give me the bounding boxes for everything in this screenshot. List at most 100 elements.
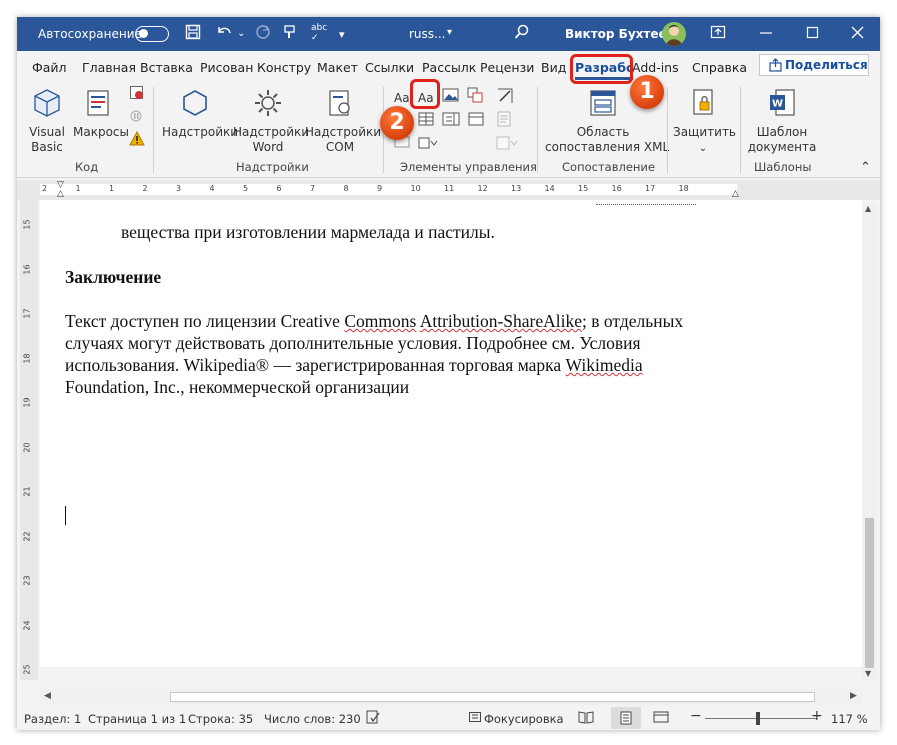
vruler-number: 23 xyxy=(22,575,32,586)
vertical-ruler[interactable]: 15 16 17 18 19 20 21 22 23 24 25 xyxy=(20,200,38,680)
separator xyxy=(740,87,741,173)
visual-basic-line2: Basic xyxy=(31,140,63,154)
share-icon xyxy=(769,58,782,75)
zoom-slider-thumb[interactable] xyxy=(756,712,760,725)
ruler-number: 4 xyxy=(209,184,215,193)
minimize-icon[interactable] xyxy=(759,26,773,44)
format-painter-icon[interactable] xyxy=(283,24,299,44)
separator xyxy=(667,87,668,173)
tab-add-ins[interactable]: Add-ins xyxy=(632,60,679,75)
horizontal-ruler[interactable]: 2 1 1 2 3 4 5 6 7 8 9 10 11 12 13 14 15 16 17 18 ▽ △ △ xyxy=(17,180,880,200)
print-layout-button[interactable] xyxy=(611,707,641,729)
tab-review[interactable]: Рецензи xyxy=(480,60,534,75)
dropdown-list-icon[interactable] xyxy=(442,111,460,130)
zoom-slider[interactable] xyxy=(705,718,817,719)
maximize-icon[interactable] xyxy=(806,26,820,44)
tab-draw[interactable]: Рисован xyxy=(200,60,253,75)
close-icon[interactable] xyxy=(851,26,865,44)
web-layout-icon[interactable] xyxy=(653,710,669,727)
zoom-out-icon[interactable]: − xyxy=(690,708,702,724)
vertical-scrollbar[interactable]: ▲ ▼ xyxy=(862,203,877,681)
share-button[interactable]: Поделиться xyxy=(759,54,869,76)
doc-spelling-error: Commons xyxy=(344,311,417,331)
xml-mapping-icon xyxy=(590,90,616,116)
properties-icon[interactable] xyxy=(496,111,512,130)
ruler-number: 14 xyxy=(544,184,555,193)
date-picker-icon[interactable] xyxy=(468,111,484,130)
design-mode-icon[interactable] xyxy=(496,87,514,108)
word-template-icon: W xyxy=(770,89,795,116)
undo-icon[interactable] xyxy=(215,24,233,44)
doc-paragraph-line4: Foundation, Inc., некоммерческой организ… xyxy=(65,377,410,397)
status-section[interactable]: Раздел: 1 xyxy=(24,712,81,726)
redo-icon[interactable] xyxy=(255,24,271,44)
tab-insert[interactable]: Вставка xyxy=(140,60,193,75)
autosave-toggle[interactable] xyxy=(135,26,169,42)
text-cursor xyxy=(65,506,66,525)
doc-text: ; в отдельных xyxy=(582,311,684,331)
doc-text: использования. Wikipedia® — зарегистриро… xyxy=(65,355,566,375)
save-icon[interactable] xyxy=(185,24,201,44)
pause-recording-icon[interactable] xyxy=(129,108,145,127)
tab-help[interactable]: Справка xyxy=(692,60,747,75)
legacy-forms-icon[interactable] xyxy=(418,135,440,154)
combo-box-icon[interactable] xyxy=(418,111,434,130)
zoom-in-icon[interactable]: + xyxy=(811,708,823,724)
zoom-level[interactable]: 117 % xyxy=(831,712,868,726)
vruler-number: 19 xyxy=(22,397,32,408)
undo-dropdown-icon[interactable]: ⌄ xyxy=(237,28,245,39)
protect-button[interactable]: Защитить ⌄ xyxy=(673,87,736,156)
record-macro-icon[interactable] xyxy=(129,85,145,104)
left-indent-marker[interactable]: △ xyxy=(57,189,64,199)
horizontal-scroll-thumb[interactable] xyxy=(170,692,815,702)
status-word-count[interactable]: Число слов: 230 xyxy=(264,712,361,726)
highlight-plain-text-control xyxy=(410,79,440,109)
addins-label: Надстройки xyxy=(162,125,239,139)
document-template-button[interactable]: W Шаблон документа xyxy=(747,87,817,155)
svg-text:W: W xyxy=(772,99,783,110)
file-name[interactable]: russ... xyxy=(409,27,446,41)
read-mode-icon[interactable] xyxy=(578,710,594,727)
proofing-icon[interactable] xyxy=(366,710,380,727)
building-block-icon[interactable] xyxy=(467,87,483,106)
tab-view[interactable]: Вид xyxy=(541,60,566,75)
horizontal-scrollbar[interactable]: ◀ ▶ xyxy=(40,689,862,705)
search-icon[interactable] xyxy=(514,24,530,44)
vertical-scroll-thumb[interactable] xyxy=(865,518,874,668)
user-name[interactable]: Виктор Бухтеев xyxy=(565,27,674,41)
tab-design[interactable]: Констру xyxy=(257,60,311,75)
collapse-ribbon-icon[interactable]: ⌃ xyxy=(860,160,871,175)
tab-file[interactable]: Файл xyxy=(32,60,67,75)
focus-mode-icon[interactable] xyxy=(468,710,482,727)
customize-qat-icon[interactable]: ▾ xyxy=(339,28,345,41)
com-addins-button[interactable]: Надстройки COM xyxy=(305,87,381,155)
right-indent-marker[interactable]: △ xyxy=(732,189,739,199)
visual-basic-button[interactable]: Visual Basic xyxy=(25,87,69,155)
macros-button[interactable]: Макросы xyxy=(73,87,129,140)
tab-home[interactable]: Главная xyxy=(82,60,136,75)
com-addins-line2: COM xyxy=(325,140,355,154)
addins-button[interactable]: Надстройки xyxy=(162,87,238,140)
filename-dropdown-icon[interactable]: ▾ xyxy=(447,27,452,38)
status-page[interactable]: Страница 1 из 1 xyxy=(88,712,186,726)
picture-control-icon[interactable] xyxy=(442,87,460,106)
rich-text-control-button[interactable]: Aa xyxy=(394,91,410,105)
spelling-icon[interactable]: abc ✓ xyxy=(311,23,327,43)
status-focus[interactable]: Фокусировка xyxy=(484,712,564,726)
tab-layout[interactable]: Макет xyxy=(317,60,358,75)
status-line[interactable]: Строка: 35 xyxy=(188,712,253,726)
ruler-number: 2 xyxy=(42,184,48,193)
scroll-left-icon[interactable]: ◀ xyxy=(44,691,51,701)
lock-document-icon xyxy=(693,89,713,115)
ribbon-display-options-icon[interactable] xyxy=(710,24,726,44)
tab-references[interactable]: Ссылки xyxy=(365,60,414,75)
word-addins-button[interactable]: Надстройки Word xyxy=(233,87,309,155)
document-page[interactable]: вещества при изготовлении мармелада и па… xyxy=(40,200,862,667)
group-icon[interactable] xyxy=(496,135,518,154)
tab-mailings[interactable]: Рассылк xyxy=(422,60,476,75)
avatar[interactable] xyxy=(662,22,686,46)
macro-security-icon[interactable] xyxy=(129,130,145,150)
scroll-up-icon[interactable]: ▲ xyxy=(865,204,871,213)
scroll-down-icon[interactable]: ▼ xyxy=(865,669,871,678)
scroll-right-icon[interactable]: ▶ xyxy=(850,691,857,701)
